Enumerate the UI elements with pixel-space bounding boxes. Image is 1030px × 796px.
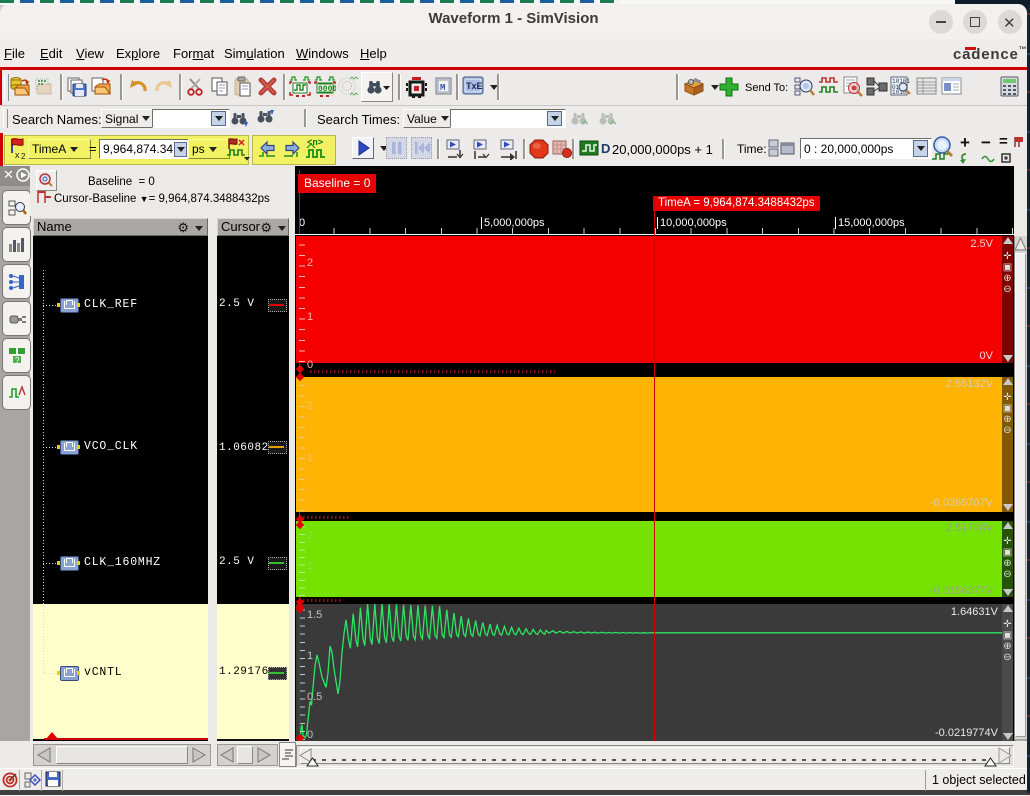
svg-text:2: 2 (21, 152, 26, 160)
svg-text:<n>: <n> (307, 138, 323, 148)
svg-text:TxE: TxE (466, 81, 483, 91)
svg-text:0000: 0000 (318, 85, 336, 94)
svg-text:x: x (15, 150, 20, 160)
svg-text:M: M (440, 83, 445, 93)
svg-text:?: ? (15, 356, 20, 365)
